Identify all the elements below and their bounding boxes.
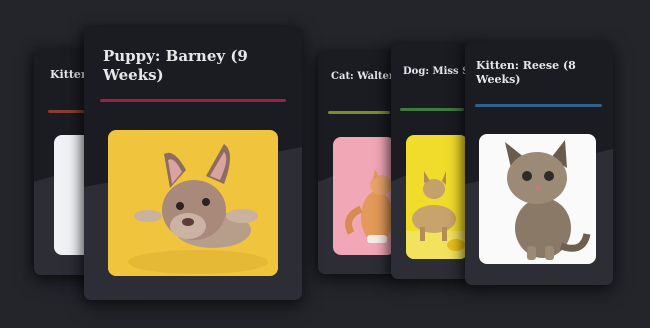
pet-card-kitten-reese[interactable]: Kitten: Reese (8 Weeks) [465, 42, 613, 285]
pet-card-puppy-barney[interactable]: Puppy: Barney (9 Weeks) [84, 27, 302, 300]
card-title: Dog: Miss Sun (2 Years) [403, 66, 471, 77]
card-accent-bar [475, 104, 602, 107]
card-title: Cat: Walter (5 Y [331, 71, 400, 82]
tabby-kitten-photo [479, 134, 596, 264]
card-title: Kitten: Reese (8 Weeks) [476, 59, 576, 86]
pet-card-dog-miss-sun[interactable]: Dog: Miss Sun (2 Years) [391, 44, 471, 279]
small-dog-photo [406, 135, 468, 259]
card-accent-bar [328, 111, 390, 114]
card-accent-bar [100, 99, 286, 102]
card-title: Puppy: Barney (9 Weeks) [103, 47, 248, 84]
orange-cat-photo [333, 137, 395, 255]
card-accent-bar [400, 108, 464, 111]
pet-card-cat-walter[interactable]: Cat: Walter (5 Y [318, 52, 400, 274]
french-bulldog-puppy-photo [108, 130, 278, 276]
